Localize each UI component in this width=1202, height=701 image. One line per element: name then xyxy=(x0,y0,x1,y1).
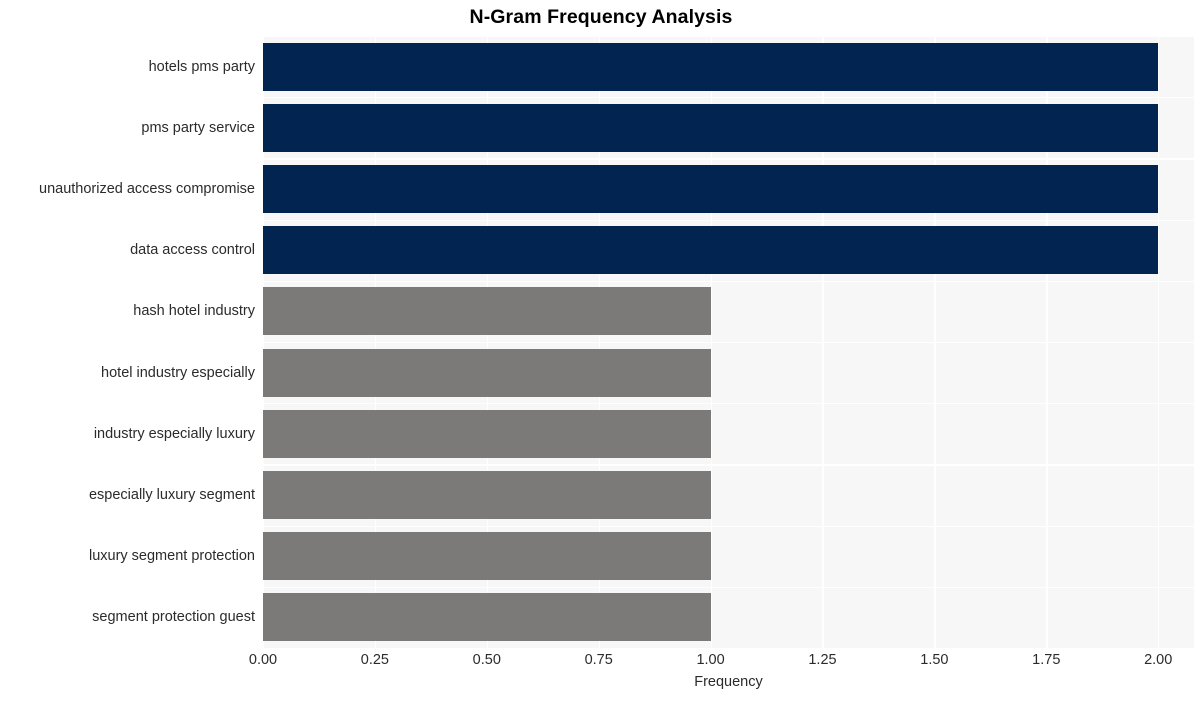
x-axis-tick-label: 0.75 xyxy=(584,652,613,668)
gridline-horizontal xyxy=(263,36,1194,38)
x-axis-tick-label: 1.25 xyxy=(808,652,837,668)
bar xyxy=(263,165,1159,213)
gridline-horizontal xyxy=(263,342,1194,344)
gridline-horizontal xyxy=(263,97,1194,99)
y-axis-tick-label: segment protection guest xyxy=(92,609,255,626)
x-axis-tick-label: 0.00 xyxy=(248,652,278,668)
y-axis-tick-label: luxury segment protection xyxy=(88,548,255,565)
y-axis-tick-label: industry especially luxury xyxy=(93,425,255,442)
y-axis-tick-label: data access control xyxy=(130,242,255,259)
y-axis-tick-label: unauthorized access compromise xyxy=(39,181,255,197)
gridline-horizontal xyxy=(263,464,1194,466)
gridline-horizontal xyxy=(263,158,1194,160)
chart-figure: N-Gram Frequency Analysis hotels pms par… xyxy=(0,0,1202,701)
y-axis-tick-label: especially luxury segment xyxy=(88,487,255,503)
bar xyxy=(263,226,1159,275)
y-axis-tick-labels: hotels pms party pms party service unautho… xyxy=(0,36,255,648)
bar xyxy=(263,471,711,519)
bar xyxy=(263,348,711,397)
x-axis-tick-label: 2.00 xyxy=(1144,652,1173,668)
y-axis-tick-label: hotels pms party xyxy=(148,58,255,75)
y-axis-tick-label: hash hotel industry xyxy=(133,303,255,320)
x-axis-tick-label: 1.50 xyxy=(920,652,949,668)
y-axis-tick-label: pms party service xyxy=(141,119,255,136)
chart-title: N-Gram Frequency Analysis xyxy=(469,6,733,28)
x-axis-tick-label: 0.50 xyxy=(472,652,501,668)
gridline-horizontal xyxy=(263,280,1194,283)
bar xyxy=(263,42,1159,91)
x-axis-tick-label: 1.75 xyxy=(1032,652,1061,668)
bar xyxy=(263,409,711,458)
x-axis-tick-label: 1.00 xyxy=(696,652,725,668)
bar xyxy=(263,593,711,642)
bar xyxy=(263,103,1159,152)
x-axis-tick-labels: 0.00 0.25 0.50 0.75 1.00 1.25 1.50 1.75 2.00 xyxy=(249,652,1194,672)
x-axis-title: Frequency xyxy=(694,674,763,690)
plot-area xyxy=(263,36,1194,648)
gridline-horizontal xyxy=(263,586,1194,589)
gridline-horizontal xyxy=(263,219,1194,221)
bar xyxy=(263,532,711,581)
gridline-horizontal xyxy=(263,403,1194,405)
gridline-horizontal xyxy=(263,525,1194,527)
x-axis-tick-label: 0.25 xyxy=(360,652,389,668)
y-axis-tick-label: hotel industry especially xyxy=(101,364,255,381)
bar xyxy=(263,287,711,336)
